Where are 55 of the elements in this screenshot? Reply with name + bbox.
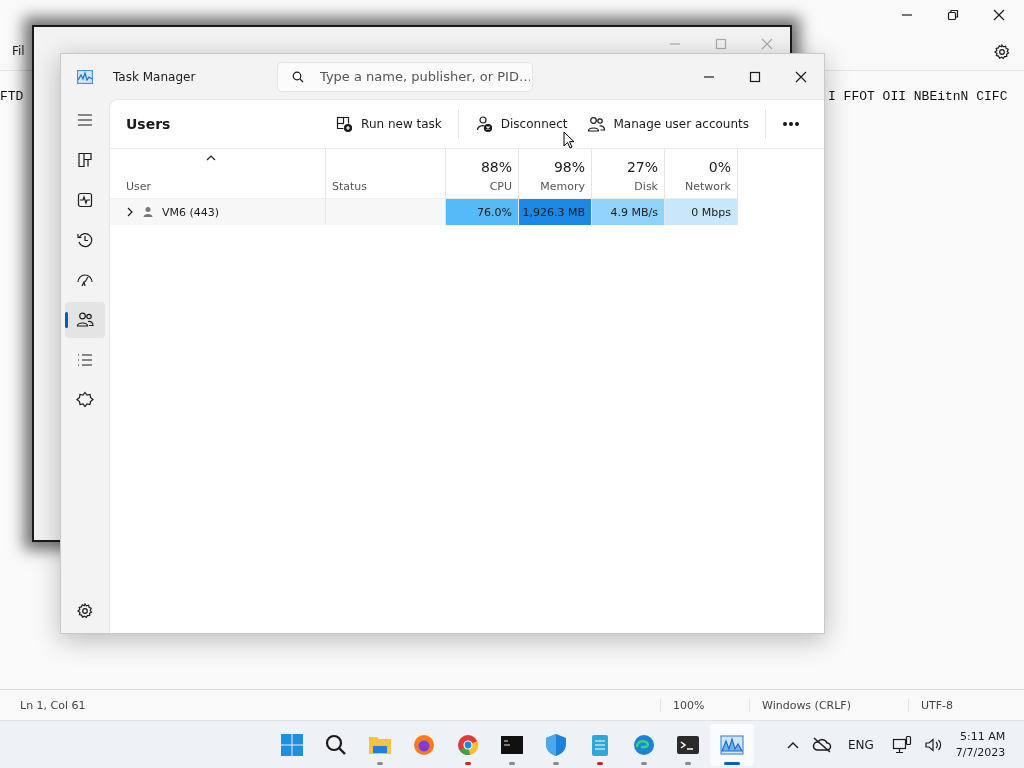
status-text: UTF-8 bbox=[908, 698, 966, 712]
settings-icon[interactable] bbox=[76, 602, 94, 620]
taskbar-button[interactable] bbox=[710, 724, 754, 766]
settings-icon[interactable] bbox=[993, 43, 1011, 61]
language-indicator[interactable]: ENG bbox=[848, 738, 874, 752]
history-icon bbox=[75, 230, 95, 250]
users-icon bbox=[75, 310, 95, 330]
start-icon[interactable] bbox=[280, 733, 304, 757]
search-icon bbox=[292, 70, 304, 83]
terminal-icon[interactable] bbox=[676, 733, 700, 757]
shield-icon[interactable] bbox=[544, 733, 568, 757]
toolbar-button[interactable]: Manage user accounts bbox=[577, 109, 759, 139]
toolbar-button[interactable]: Disconnect bbox=[464, 109, 578, 139]
nav-item[interactable] bbox=[65, 302, 105, 338]
user-name: VM6 (443) bbox=[162, 205, 220, 219]
table-cell: 1,926.3 MB bbox=[519, 198, 592, 225]
restore-icon[interactable] bbox=[945, 7, 961, 23]
table-cell: 0 Mbps bbox=[665, 198, 738, 225]
volume-icon[interactable] bbox=[923, 737, 942, 753]
menu-item[interactable]: Fil bbox=[12, 44, 25, 58]
console-icon[interactable] bbox=[500, 733, 524, 757]
more-icon[interactable] bbox=[782, 121, 800, 127]
chart-icon bbox=[77, 69, 93, 84]
sort-icon bbox=[206, 155, 216, 161]
person-icon bbox=[142, 206, 154, 218]
editor-text: FTD bbox=[0, 89, 24, 104]
cloud-off-icon[interactable] bbox=[812, 736, 832, 754]
browser-icon[interactable] bbox=[632, 733, 656, 757]
browser-icon[interactable] bbox=[412, 733, 436, 757]
toolbar-button[interactable]: Run new task bbox=[325, 109, 452, 139]
table-cell: 4.9 MB/s bbox=[592, 198, 665, 225]
window-title: Task Manager bbox=[113, 69, 197, 84]
expand-icon[interactable] bbox=[126, 207, 134, 217]
editor-text: I FFOT OII NBEitnN CIFC bbox=[828, 89, 1008, 104]
browser-icon[interactable] bbox=[456, 733, 480, 757]
chevron-up-icon[interactable] bbox=[786, 740, 800, 750]
clock-time[interactable]: 5:11 AM bbox=[960, 729, 1006, 745]
search-icon[interactable] bbox=[324, 733, 348, 757]
close-icon[interactable] bbox=[991, 7, 1007, 23]
chart-icon[interactable] bbox=[720, 733, 744, 757]
user-remove-icon bbox=[474, 115, 493, 133]
cursor-icon bbox=[563, 131, 575, 149]
clock-date[interactable]: 7/7/2023 bbox=[955, 745, 1006, 761]
status-text: Ln 1, Col 61 bbox=[19, 698, 87, 712]
status-text: 100% bbox=[660, 698, 749, 712]
grid-icon bbox=[75, 150, 95, 170]
status-text: Windows (CRLF) bbox=[749, 698, 908, 712]
table-cell: 76.0% bbox=[446, 198, 519, 225]
cog-icon bbox=[75, 390, 95, 410]
search-field[interactable]: Type a name, publisher, or PID… bbox=[277, 61, 533, 92]
page-title: Users bbox=[126, 116, 171, 132]
new-task-icon bbox=[335, 115, 354, 133]
network-icon[interactable] bbox=[891, 735, 912, 755]
users-icon bbox=[587, 115, 606, 133]
pulse-icon bbox=[75, 190, 95, 210]
